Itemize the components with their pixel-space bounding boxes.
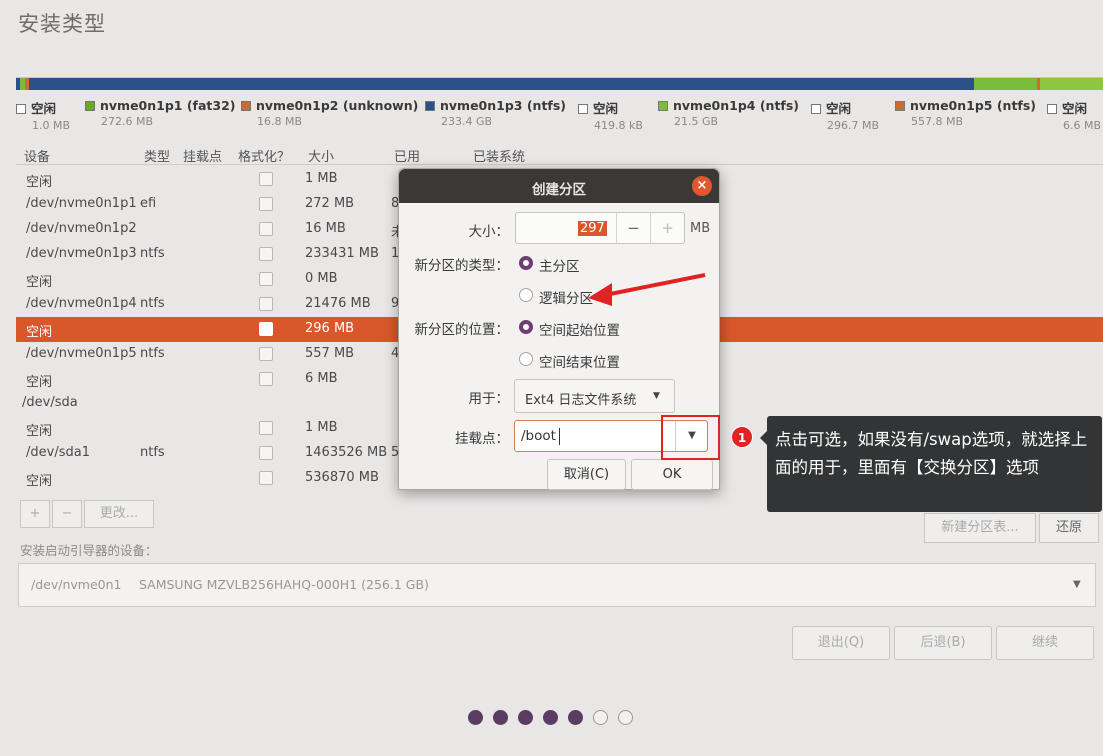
step-badge: 1 — [731, 426, 753, 448]
arrow-annotation — [588, 273, 706, 306]
arrow-head — [588, 283, 612, 306]
arrow-shaft — [599, 273, 706, 298]
annotation-tooltip: 点击可选，如果没有/swap选项，就选择上面的用于，里面有【交换分区】选项 — [767, 416, 1102, 512]
highlight-box — [661, 415, 720, 460]
